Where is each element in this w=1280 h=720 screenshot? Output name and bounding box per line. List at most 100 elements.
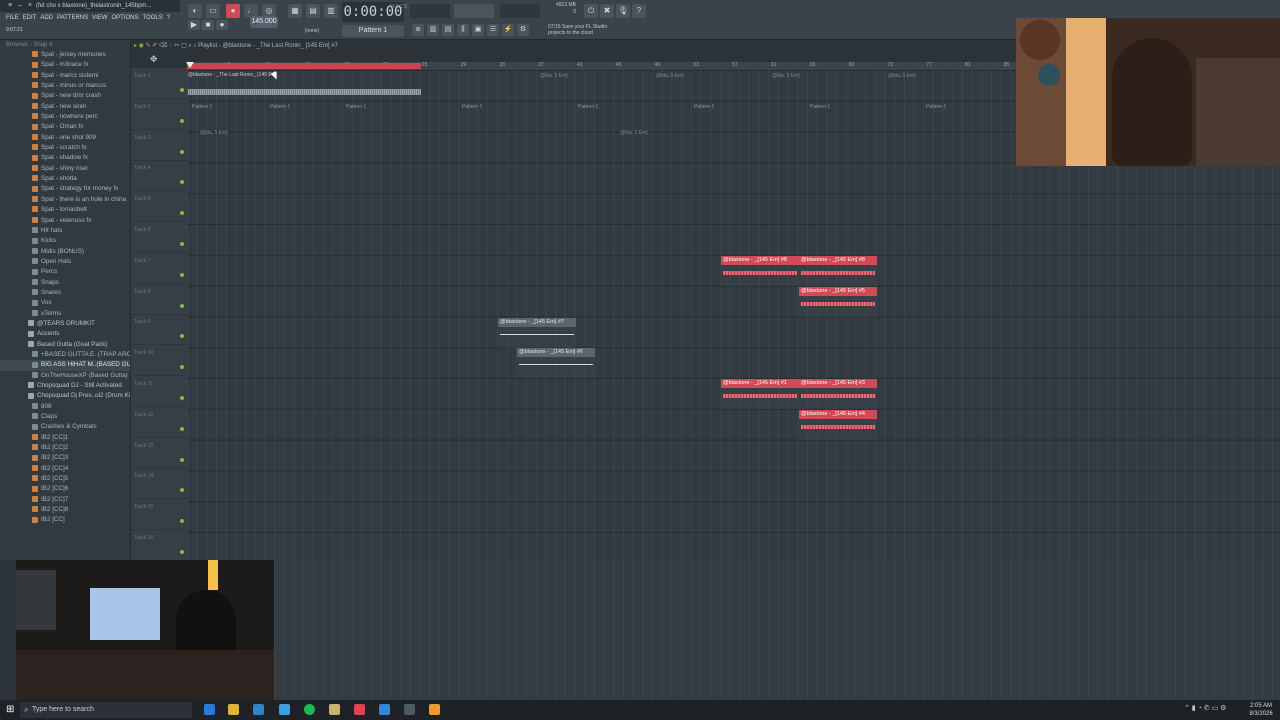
browser-item[interactable]: Percs [0, 267, 130, 277]
browser-item[interactable]: Spat - new dmr crash [0, 91, 130, 101]
browser-item[interactable]: Vox [0, 298, 130, 308]
menu-view[interactable]: VIEW [92, 15, 107, 21]
browser-item[interactable]: Based Gutta (Goat Pack) [0, 340, 130, 350]
song-mode-icon[interactable]: ▭ [206, 4, 220, 18]
track-header[interactable]: Track 16 [131, 530, 187, 561]
minimize-icon[interactable]: – [16, 2, 24, 10]
browser-item[interactable]: 808 [0, 402, 130, 412]
track-header[interactable]: Track 10 [131, 345, 187, 377]
browser-item[interactable]: Snaps [0, 278, 130, 288]
windows-start-icon[interactable]: ⊞ [6, 704, 18, 716]
browser-item[interactable]: @TEARS DRUMKIT [0, 319, 130, 329]
menu-patterns[interactable]: PATTERNS [57, 15, 88, 21]
browser-item[interactable]: Claps [0, 412, 130, 422]
mixer-window-icon[interactable]: ⫼ [457, 24, 469, 36]
vscode-icon[interactable] [379, 704, 390, 715]
menu-tools[interactable]: TOOLS [143, 15, 163, 21]
browser-item[interactable]: +BASED GUTTA E. (TRAP ARCHIVE) [0, 350, 130, 360]
browser-item[interactable]: Spat - shadow fx [0, 153, 130, 163]
browser-item[interactable]: Chopsquad DJ - Still Activated [0, 381, 130, 391]
browser-item[interactable]: Spat - jersey memories [0, 50, 130, 60]
taskbar-clock[interactable]: 2:05 AM 8/3/2026 [1244, 702, 1278, 718]
app-icon-4[interactable] [404, 704, 415, 715]
track-mute-led[interactable] [180, 334, 184, 339]
track-mute-led[interactable] [180, 211, 184, 216]
tempo-display[interactable]: 145.000 [250, 16, 278, 28]
browser-item[interactable]: Spat - strategy for money fx [0, 184, 130, 194]
track-mute-led[interactable] [180, 550, 184, 554]
browser-item[interactable]: Spat - scratch fx [0, 143, 130, 153]
fl-studio-icon[interactable] [429, 704, 440, 715]
browser-item[interactable]: Spat - shiny riser [0, 164, 130, 174]
play-icon[interactable]: ▶ [188, 20, 200, 30]
track-header[interactable]: Track 13 [131, 438, 187, 469]
mixer-icon[interactable]: ▦ [288, 4, 302, 18]
browser-item[interactable]: BIG ASS HIHAT M..(BASED GUTTA) [0, 360, 130, 371]
browser-item[interactable]: Spat - tomasbelt [0, 205, 130, 215]
mic-icon[interactable]: 🎙 [616, 4, 630, 18]
track-header[interactable]: Track 7 [131, 253, 187, 284]
playlist-grid-lower[interactable] [187, 560, 1280, 700]
pattern-mode-icon[interactable]: ◐ [188, 4, 202, 18]
track-mute-led[interactable] [180, 242, 184, 246]
browser-item[interactable]: IB2 [CC] [0, 515, 130, 525]
menu-add[interactable]: ADD [40, 15, 53, 21]
browser-item[interactable]: Spat - marco sistemi [0, 71, 130, 81]
rack-icon[interactable]: ▤ [442, 24, 454, 36]
browser-item[interactable]: OnTheHouseXP (Based Gutta) [0, 371, 130, 381]
track-mute-led[interactable] [180, 180, 184, 185]
browser-item[interactable]: Spat - shotta [0, 174, 130, 184]
piano-icon[interactable]: ▥ [427, 24, 439, 36]
track-header[interactable]: Track 2 [131, 99, 187, 130]
track-header[interactable]: Track 1 [131, 68, 187, 99]
paint-icon[interactable]: ✐ ⌫ ◌ ✂ ▢ ⌕ ♪ [152, 43, 196, 49]
browser-item[interactable]: Spat - minus or marcus [0, 81, 130, 91]
spotify-icon[interactable] [304, 704, 315, 715]
browser-item[interactable]: Chopsquad Dj Pres..ol2 (Drum Kit) [0, 391, 130, 401]
track-header[interactable]: Track 6 [131, 222, 187, 253]
browser-item[interactable]: IB2 [CC]4 [0, 464, 130, 474]
track-mute-led[interactable] [180, 272, 184, 277]
track-header[interactable]: Track 3 [131, 130, 187, 161]
track-header[interactable]: Track 15 [131, 499, 187, 531]
edge-icon[interactable] [204, 704, 215, 715]
record-mode-icon[interactable]: ● [226, 4, 240, 18]
track-header[interactable]: Track 4 [131, 160, 187, 192]
track-mute-led[interactable] [180, 488, 184, 493]
file-explorer-icon[interactable] [228, 704, 239, 715]
help-icon[interactable]: ? [632, 4, 646, 18]
app-icon[interactable] [253, 704, 264, 715]
track-mute-led[interactable] [180, 303, 184, 308]
browser-icon[interactable]: ☰ [487, 24, 499, 36]
track-mute-led[interactable] [180, 88, 184, 92]
track-mute-led[interactable] [180, 426, 184, 431]
app-icon-2[interactable] [329, 704, 340, 715]
channel-rack-icon[interactable]: ▤ [306, 4, 320, 18]
track-mute-led[interactable] [180, 457, 184, 462]
browser-item[interactable]: IB2 [CC]3 [0, 453, 130, 463]
browser-item[interactable]: IB2 [CC]6 [0, 484, 130, 494]
menu-options[interactable]: OPTIONS [111, 15, 138, 21]
track-header[interactable]: Track 12 [131, 407, 187, 438]
browser-item[interactable]: Spat - there is an hole in china [0, 195, 130, 205]
taskbar-search[interactable]: Type here to search [20, 702, 192, 718]
stop-icon[interactable]: ■ [202, 20, 214, 30]
power-icon[interactable]: ⏻ [584, 4, 598, 18]
track-mute-led[interactable] [180, 365, 184, 370]
menu-file[interactable]: FILE [6, 15, 19, 21]
track-header[interactable]: Track 11 [131, 376, 187, 407]
track-mute-led[interactable] [180, 519, 184, 524]
playlist-icon[interactable]: ≣ [412, 24, 424, 36]
plugin-picker-icon[interactable]: ▣ [472, 24, 484, 36]
track-mute-led[interactable] [180, 118, 184, 123]
menu-icon[interactable]: ≡ [6, 2, 14, 10]
browser-item[interactable]: IB2 [CC]7 [0, 495, 130, 505]
browser-item[interactable]: xTerms [0, 309, 130, 319]
browser-item[interactable]: Spat - velenoso fx [0, 216, 130, 226]
track-mute-led[interactable] [180, 149, 184, 154]
snap-icon[interactable]: ▸ ◉ [134, 43, 144, 49]
track-mute-led[interactable] [180, 396, 184, 400]
track-header[interactable]: Track 14 [131, 468, 187, 500]
browser-item[interactable]: Hit hats [0, 226, 130, 236]
browser-item[interactable]: Spat - m3nace fx [0, 60, 130, 70]
